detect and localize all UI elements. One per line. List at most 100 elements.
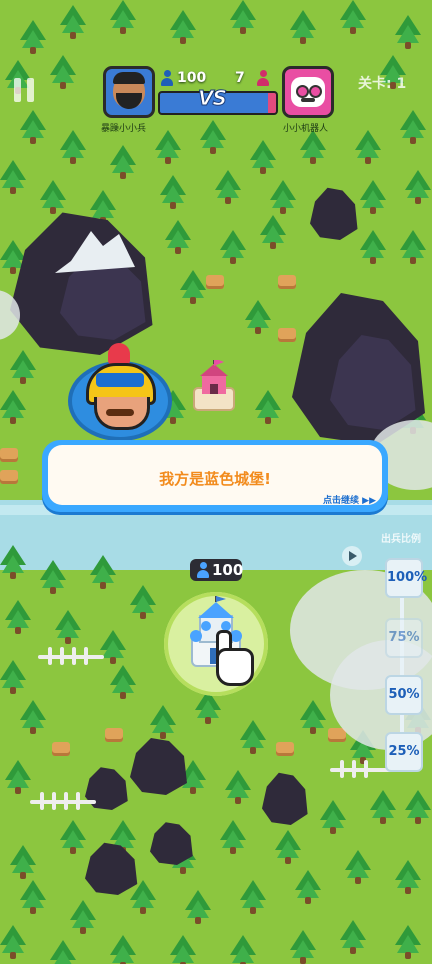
red-share-fill bbox=[267, 93, 276, 113]
tree bbox=[400, 230, 426, 264]
tree bbox=[395, 15, 421, 49]
tree bbox=[130, 585, 156, 619]
tree bbox=[155, 130, 181, 164]
tree bbox=[260, 215, 286, 249]
tree bbox=[295, 870, 321, 904]
player1-troops: 100 bbox=[177, 70, 207, 86]
red-person-icon bbox=[257, 70, 269, 86]
blue-castle-count: 100 bbox=[212, 561, 244, 579]
tree bbox=[275, 830, 301, 864]
ratio-option-25[interactable]: 25% bbox=[385, 732, 423, 772]
player1-avatar bbox=[103, 66, 155, 118]
tree bbox=[225, 770, 251, 804]
player2-name: 小小机器人 bbox=[283, 124, 329, 134]
rock bbox=[130, 738, 187, 795]
continue-hint[interactable]: 点击继续 ▶▶ bbox=[323, 493, 376, 506]
blue-person-icon bbox=[161, 70, 173, 86]
player1-name: 暴躁小小兵 bbox=[101, 124, 147, 134]
play-icon[interactable] bbox=[341, 545, 363, 567]
ratio-option-50[interactable]: 50% bbox=[385, 675, 423, 715]
tree bbox=[320, 800, 346, 834]
pause-icon bbox=[27, 78, 34, 102]
tree bbox=[0, 390, 26, 424]
tree bbox=[60, 820, 86, 854]
crate bbox=[0, 470, 18, 484]
tree bbox=[230, 935, 256, 964]
tree bbox=[395, 925, 421, 959]
tree bbox=[170, 10, 196, 44]
tree bbox=[300, 130, 326, 164]
tree bbox=[185, 890, 211, 924]
tree bbox=[20, 700, 46, 734]
tree bbox=[240, 720, 266, 754]
tree bbox=[245, 300, 271, 334]
tree bbox=[50, 940, 76, 964]
tree bbox=[370, 790, 396, 824]
tree bbox=[60, 130, 86, 164]
tap-hand-icon bbox=[210, 630, 254, 686]
player2-avatar bbox=[282, 66, 334, 118]
tree bbox=[215, 170, 241, 204]
tree bbox=[290, 10, 316, 44]
tree bbox=[110, 145, 136, 179]
tree bbox=[10, 350, 36, 384]
ratio-option-100[interactable]: 100% bbox=[385, 558, 427, 598]
popup-message: 我方是蓝色城堡! bbox=[159, 470, 271, 488]
tree bbox=[50, 55, 76, 89]
tree bbox=[0, 545, 26, 579]
tree bbox=[40, 180, 66, 214]
tree bbox=[5, 760, 31, 794]
rock bbox=[310, 187, 358, 240]
tree bbox=[70, 900, 96, 934]
crate bbox=[105, 728, 123, 742]
tree bbox=[60, 5, 86, 39]
tree bbox=[360, 180, 386, 214]
tree bbox=[255, 390, 281, 424]
tree bbox=[220, 230, 246, 264]
pause-button[interactable] bbox=[14, 78, 36, 104]
crate bbox=[278, 275, 296, 289]
tree bbox=[110, 0, 136, 34]
crate bbox=[276, 742, 294, 756]
tree bbox=[150, 705, 176, 739]
blue-person-icon bbox=[197, 562, 209, 578]
tree bbox=[290, 930, 316, 964]
tree bbox=[250, 140, 276, 174]
tree bbox=[270, 180, 296, 214]
tree bbox=[0, 160, 26, 194]
tree bbox=[40, 560, 66, 594]
tree bbox=[180, 270, 206, 304]
ratio-panel-title: 出兵比例 bbox=[381, 534, 421, 545]
tree bbox=[400, 110, 426, 144]
tree bbox=[20, 110, 46, 144]
blue-castle-troops: 100 bbox=[190, 559, 244, 581]
tree bbox=[405, 170, 431, 204]
tree bbox=[0, 925, 26, 959]
tree bbox=[300, 700, 326, 734]
tree bbox=[170, 935, 196, 964]
tree bbox=[230, 0, 256, 34]
tree bbox=[160, 175, 186, 209]
rock bbox=[262, 772, 308, 825]
tree bbox=[355, 130, 381, 164]
tree bbox=[0, 660, 26, 694]
vs-label: VS bbox=[198, 86, 228, 111]
tree bbox=[240, 880, 266, 914]
ratio-option-75[interactable]: 75% bbox=[385, 618, 423, 658]
tutorial-popup[interactable]: 我方是蓝色城堡! 点击继续 ▶▶ bbox=[42, 440, 388, 512]
tree bbox=[20, 880, 46, 914]
rock bbox=[150, 822, 193, 865]
dinosaur-bones bbox=[38, 645, 108, 669]
tree bbox=[110, 665, 136, 699]
crate bbox=[206, 275, 224, 289]
tree bbox=[165, 220, 191, 254]
tree bbox=[340, 920, 366, 954]
tree bbox=[360, 230, 386, 264]
tree bbox=[340, 0, 366, 34]
crate bbox=[278, 328, 296, 342]
tree bbox=[110, 935, 136, 964]
tree bbox=[345, 850, 371, 884]
pink-castle[interactable] bbox=[192, 358, 236, 412]
crate bbox=[52, 742, 70, 756]
tree bbox=[55, 610, 81, 644]
